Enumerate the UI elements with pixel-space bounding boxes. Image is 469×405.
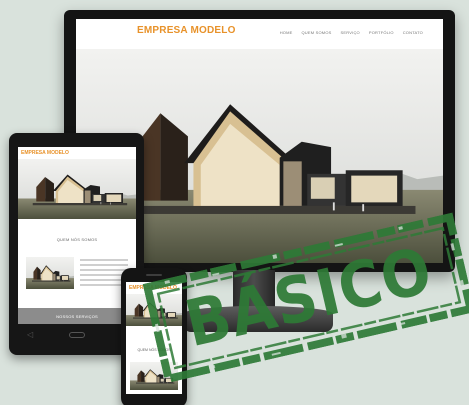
home-key-icon[interactable] [69, 332, 86, 338]
tablet-footer-band: NOSSOS SERVIÇOS [18, 308, 136, 324]
tablet-hero-image [18, 159, 136, 219]
nav-item-contato[interactable]: CONTATO [403, 30, 423, 35]
devices-scene: EMPRESA MODELO HOME QUEM SOMOS SERVIÇO P… [0, 0, 469, 405]
phone-speaker [146, 274, 162, 276]
desktop-nav-menu: HOME QUEM SOMOS SERVIÇO PORTFÓLIO CONTAT… [280, 30, 423, 35]
tablet-site-logo[interactable]: EMPRESA MODELO [21, 150, 69, 156]
nav-item-home[interactable]: HOME [280, 30, 293, 35]
desktop-site-header: EMPRESA MODELO HOME QUEM SOMOS SERVIÇO P… [76, 19, 443, 49]
tablet-about-photo [26, 257, 74, 289]
tablet-section-title: QUEM NÓS SOMOS [56, 237, 98, 242]
tablet-website: EMPRESA MODELO QUEM NÓS SOMOS NOSSOS SER… [18, 147, 136, 324]
tablet-footer-label[interactable]: NOSSOS SERVIÇOS [18, 314, 136, 319]
nav-item-portfolio[interactable]: PORTFÓLIO [369, 30, 394, 35]
desktop-site-logo[interactable]: EMPRESA MODELO [137, 25, 236, 36]
nav-item-quem-somos[interactable]: QUEM SOMOS [302, 30, 332, 35]
tablet-site-header: EMPRESA MODELO [18, 147, 136, 159]
back-key-icon[interactable]: ◁ [27, 331, 33, 339]
nav-item-servico[interactable]: SERVIÇO [341, 30, 360, 35]
